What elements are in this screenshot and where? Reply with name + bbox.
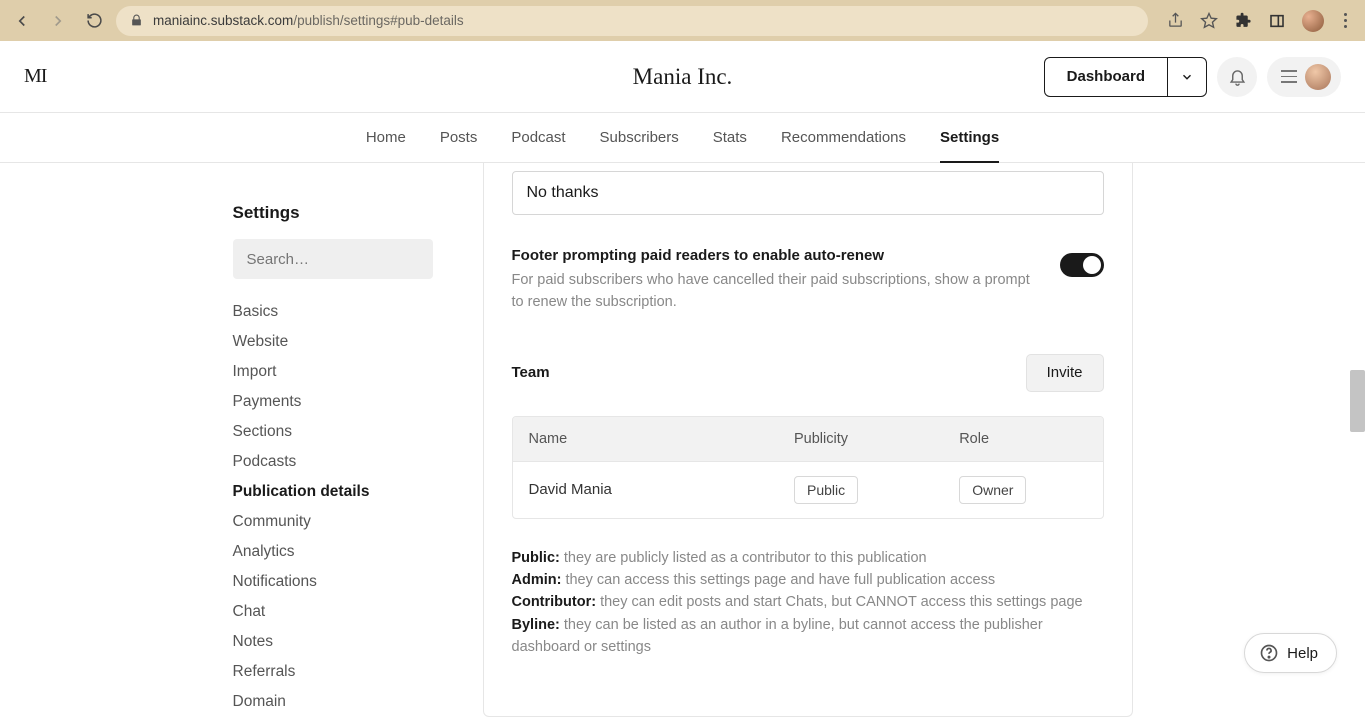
forward-button[interactable] (44, 7, 72, 35)
app-header: MI Mania Inc. Dashboard (0, 41, 1365, 113)
team-header: Team Invite (512, 354, 1104, 392)
url-text: maniainc.substack.com/publish/settings#p… (153, 13, 464, 28)
user-avatar (1305, 64, 1331, 90)
sidebar-item-import[interactable]: Import (233, 357, 463, 387)
sidebar-item-podcasts[interactable]: Podcasts (233, 447, 463, 477)
nav-tabs: Home Posts Podcast Subscribers Stats Rec… (0, 113, 1365, 163)
sidebar-item-chat[interactable]: Chat (233, 597, 463, 627)
team-table: Name Publicity Role David Mania Public O… (512, 416, 1104, 519)
team-row: David Mania Public Owner (513, 462, 1103, 518)
menu-icon (1281, 70, 1297, 83)
settings-sidebar: Settings Basics Website Import Payments … (233, 203, 463, 717)
help-label: Help (1287, 645, 1318, 662)
address-bar[interactable]: maniainc.substack.com/publish/settings#p… (116, 6, 1148, 36)
sidebar-item-community[interactable]: Community (233, 507, 463, 537)
nav-tab-recommendations[interactable]: Recommendations (781, 113, 906, 162)
publication-title: Mania Inc. (633, 64, 733, 90)
team-col-role: Role (943, 417, 1102, 462)
panel-icon[interactable] (1268, 12, 1286, 30)
team-member-name: David Mania (513, 462, 779, 518)
nav-tab-home[interactable]: Home (366, 113, 406, 162)
settings-panel: Footer prompting paid readers to enable … (483, 163, 1133, 717)
sidebar-item-notes[interactable]: Notes (233, 627, 463, 657)
sidebar-item-domain[interactable]: Domain (233, 687, 463, 717)
chrome-menu-icon[interactable] (1340, 9, 1351, 32)
notifications-button[interactable] (1217, 57, 1257, 97)
help-button[interactable]: Help (1244, 633, 1337, 673)
role-select[interactable]: Owner (959, 476, 1026, 504)
publicity-select[interactable]: Public (794, 476, 858, 504)
profile-avatar[interactable] (1302, 10, 1324, 32)
role-definitions: Public: they are publicly listed as a co… (512, 547, 1104, 659)
sidebar-item-analytics[interactable]: Analytics (233, 537, 463, 567)
team-col-publicity: Publicity (778, 417, 943, 462)
sidebar-item-referrals[interactable]: Referrals (233, 657, 463, 687)
nav-tab-settings[interactable]: Settings (940, 113, 999, 162)
sidebar-item-payments[interactable]: Payments (233, 387, 463, 417)
sidebar-item-publication-details[interactable]: Publication details (233, 477, 463, 507)
dashboard-button[interactable]: Dashboard (1045, 58, 1168, 96)
dashboard-dropdown[interactable] (1168, 58, 1206, 96)
nav-tab-subscribers[interactable]: Subscribers (600, 113, 679, 162)
nav-tab-stats[interactable]: Stats (713, 113, 747, 162)
sidebar-search-input[interactable] (233, 239, 433, 279)
team-col-name: Name (513, 417, 779, 462)
sidebar-heading: Settings (233, 203, 463, 223)
auto-renew-desc: For paid subscribers who have cancelled … (512, 270, 1040, 314)
scrollbar-thumb[interactable] (1350, 370, 1365, 432)
share-icon[interactable] (1166, 12, 1184, 30)
browser-toolbar: maniainc.substack.com/publish/settings#p… (0, 0, 1365, 41)
account-menu[interactable] (1267, 57, 1341, 97)
auto-renew-heading: Footer prompting paid readers to enable … (512, 247, 1040, 264)
back-button[interactable] (8, 7, 36, 35)
star-icon[interactable] (1200, 12, 1218, 30)
reload-button[interactable] (80, 7, 108, 35)
help-icon (1259, 643, 1279, 663)
extensions-icon[interactable] (1234, 12, 1252, 30)
nav-tab-podcast[interactable]: Podcast (511, 113, 565, 162)
decline-prompt-input[interactable] (512, 171, 1104, 215)
sidebar-item-basics[interactable]: Basics (233, 297, 463, 327)
sidebar-item-website[interactable]: Website (233, 327, 463, 357)
publication-logo[interactable]: MI (24, 65, 46, 88)
team-heading: Team (512, 364, 550, 381)
dashboard-button-group: Dashboard (1044, 57, 1207, 97)
auto-renew-toggle[interactable] (1060, 253, 1104, 277)
lock-icon (130, 14, 143, 27)
nav-tab-posts[interactable]: Posts (440, 113, 478, 162)
invite-button[interactable]: Invite (1026, 354, 1104, 392)
sidebar-item-notifications[interactable]: Notifications (233, 567, 463, 597)
sidebar-item-sections[interactable]: Sections (233, 417, 463, 447)
